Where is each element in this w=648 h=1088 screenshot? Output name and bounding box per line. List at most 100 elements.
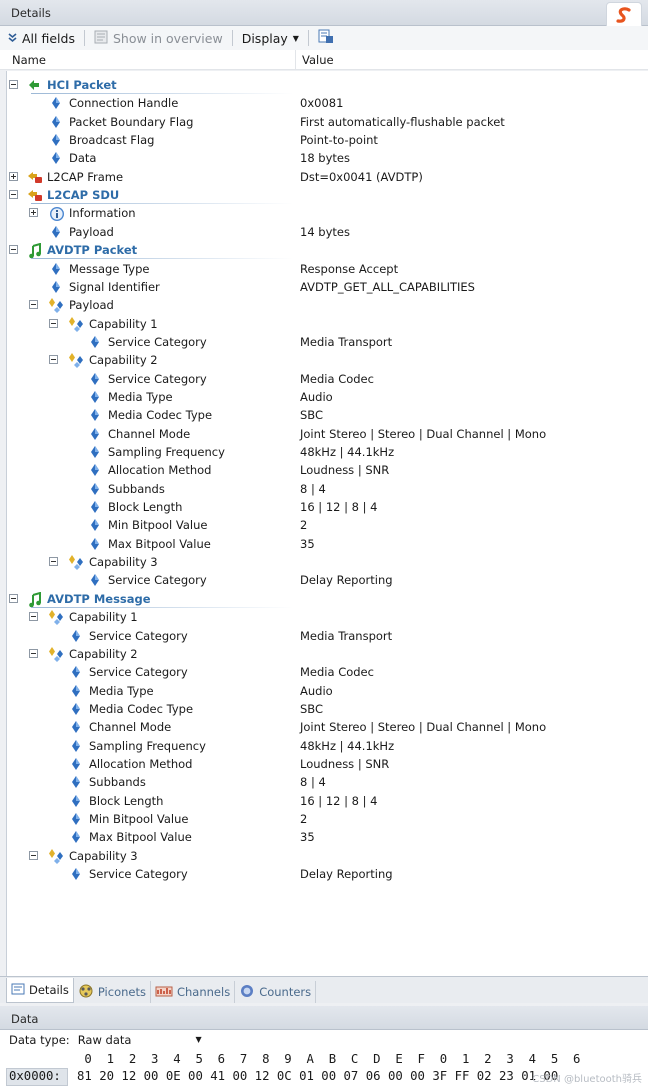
tab-counters[interactable]: Counters xyxy=(235,981,317,1003)
collapse-icon[interactable] xyxy=(29,648,38,658)
tree-row-signal-identifier[interactable]: Signal Identifier AVDTP_GET_ALL_CAPABILIT… xyxy=(7,278,648,296)
field-diamond-icon xyxy=(69,812,83,826)
tree-row-subbands[interactable]: Subbands 8 | 4 xyxy=(7,480,648,498)
tree-row-channel-mode[interactable]: Channel Mode Joint Stereo | Stereo | Dual… xyxy=(7,718,648,736)
tree-row-min-bitpool-value[interactable]: Min Bitpool Value 2 xyxy=(7,516,648,534)
tree-row-service-category[interactable]: Service Category Media Transport xyxy=(7,333,648,351)
collapse-icon[interactable] xyxy=(49,318,58,328)
tree-row-service-category[interactable]: Service Category Delay Reporting xyxy=(7,865,648,883)
group-icon xyxy=(69,316,83,332)
expand-icon[interactable] xyxy=(9,171,18,181)
collapse-icon[interactable] xyxy=(49,557,58,567)
field-diamond-icon xyxy=(69,739,83,753)
tree-row-label: Service Category xyxy=(89,867,188,882)
tree-row-label: Sampling Frequency xyxy=(108,445,225,459)
tree-row-capability-2[interactable]: Capability 2 xyxy=(7,351,648,369)
tab-label: Counters xyxy=(259,985,312,999)
tree-row-capability-3[interactable]: Capability 3 xyxy=(7,847,648,865)
display-dropdown[interactable]: Display ▼ xyxy=(242,31,299,46)
tree-row-label: Capability 1 xyxy=(89,316,158,331)
data-type-select[interactable]: Raw data ▼ xyxy=(76,1032,204,1049)
hex-offset-header: 0 1 2 3 4 5 6 7 8 9 A B C D E F 0 1 2 3 … xyxy=(77,1052,581,1066)
tree-row-label: Block Length xyxy=(89,793,164,808)
tree-row-service-category[interactable]: Service Category Media Codec xyxy=(7,663,648,681)
collapse-icon[interactable] xyxy=(29,612,38,622)
tree-row-message-type[interactable]: Message Type Response Accept xyxy=(7,260,648,278)
collapse-icon[interactable] xyxy=(29,850,38,860)
tree-row-sampling-frequency[interactable]: Sampling Frequency 48kHz | 44.1kHz xyxy=(7,737,648,755)
tree-row-payload[interactable]: Payload xyxy=(7,296,648,314)
name-column-header[interactable]: Name xyxy=(12,53,46,67)
tab-channels[interactable]: Channels xyxy=(151,981,236,1003)
tree-row-capability-1[interactable]: Capability 1 xyxy=(7,608,648,626)
tree-row-media-type[interactable]: Media Type Audio xyxy=(7,388,648,406)
column-divider[interactable] xyxy=(295,50,296,69)
tree-row-media-type[interactable]: Media Type Audio xyxy=(7,682,648,700)
tree-row-media-codec-type[interactable]: Media Codec Type SBC xyxy=(7,406,648,424)
section-hci-packet[interactable]: HCI Packet xyxy=(7,76,648,94)
details-tree: HCI Packet Connection Handle 0x0081 Packet … xyxy=(6,71,648,976)
tree-row-block-length[interactable]: Block Length 16 | 12 | 8 | 4 xyxy=(7,792,648,810)
tree-row-value: 0x0081 xyxy=(300,96,344,111)
tree-row-service-category[interactable]: Service Category Delay Reporting xyxy=(7,571,648,589)
tree-row-information[interactable]: Information xyxy=(7,204,648,222)
section-avdtp-packet[interactable]: AVDTP Packet xyxy=(7,241,648,260)
tree-row-label: Capability 1 xyxy=(69,610,138,625)
music-note-icon xyxy=(27,591,41,608)
tree-row-capability-1[interactable]: Capability 1 xyxy=(7,315,648,333)
section-avdtp-message[interactable]: AVDTP Message xyxy=(7,590,648,608)
tree-row-sampling-frequency[interactable]: Sampling Frequency 48kHz | 44.1kHz xyxy=(7,443,648,461)
tree-row-broadcast-flag[interactable]: Broadcast Flag Point-to-point xyxy=(7,131,648,149)
tree-row-label: Allocation Method xyxy=(108,463,212,478)
tree-row-media-codec-type[interactable]: Media Codec Type SBC xyxy=(7,700,648,718)
tree-row-max-bitpool-value[interactable]: Max Bitpool Value 35 xyxy=(7,828,648,846)
tree-row-block-length[interactable]: Block Length 16 | 12 | 8 | 4 xyxy=(7,498,648,516)
tree-row-l2cap-frame[interactable]: L2CAP Frame Dst=0x0041 (AVDTP) xyxy=(7,168,648,186)
tab-details[interactable]: Details xyxy=(6,978,74,1003)
collapse-icon[interactable] xyxy=(29,300,38,310)
data-pane-title: Data xyxy=(11,1012,39,1026)
all-fields-button[interactable]: All fields xyxy=(8,31,75,46)
tree-row-label: Min Bitpool Value xyxy=(108,518,208,533)
tree-row-value: Media Codec xyxy=(300,665,374,680)
tree-row-value: Delay Reporting xyxy=(300,867,393,882)
field-diamond-icon xyxy=(69,757,83,771)
collapse-icon[interactable] xyxy=(9,80,18,89)
tree-row-label: Block Length xyxy=(108,500,183,515)
tree-row-min-bitpool-value[interactable]: Min Bitpool Value 2 xyxy=(7,810,648,828)
toolbar-separator xyxy=(307,30,309,46)
tree-row-label: Media Type xyxy=(108,389,173,404)
expand-icon[interactable] xyxy=(29,208,38,218)
tree-row-subbands[interactable]: Subbands 8 | 4 xyxy=(7,773,648,791)
tree-row-packet-boundary-flag[interactable]: Packet Boundary Flag First automatically-… xyxy=(7,113,648,131)
tree-row-capability-2[interactable]: Capability 2 xyxy=(7,645,648,663)
hex-view[interactable]: 0 1 2 3 4 5 6 7 8 9 A B C D E F 0 1 2 3 … xyxy=(0,1050,648,1088)
tree-row-max-bitpool-value[interactable]: Max Bitpool Value 35 xyxy=(7,535,648,553)
tree-row-label: L2CAP SDU xyxy=(47,188,120,203)
tree-row-data[interactable]: Data 18 bytes xyxy=(7,149,648,167)
field-diamond-icon xyxy=(88,390,102,404)
value-column-header[interactable]: Value xyxy=(302,53,334,67)
tree-row-allocation-method[interactable]: Allocation Method Loudness | SNR xyxy=(7,461,648,479)
tree-row-value: Joint Stereo | Stereo | Dual Channel | M… xyxy=(300,426,547,441)
tree-row-value: 8 | 4 xyxy=(300,481,326,496)
tree-row-service-category[interactable]: Service Category Media Codec xyxy=(7,370,648,388)
tree-row-allocation-method[interactable]: Allocation Method Loudness | SNR xyxy=(7,755,648,773)
collapse-icon[interactable] xyxy=(9,245,18,255)
tree-row-connection-handle[interactable]: Connection Handle 0x0081 xyxy=(7,94,648,112)
collapse-icon[interactable] xyxy=(9,593,18,603)
tree-row-payload[interactable]: Payload 14 bytes xyxy=(7,223,648,241)
field-diamond-icon xyxy=(88,518,102,532)
tree-row-value: 16 | 12 | 8 | 4 xyxy=(300,793,378,808)
tree-row-label: Packet Boundary Flag xyxy=(69,114,194,129)
tree-row-service-category[interactable]: Service Category Media Transport xyxy=(7,627,648,645)
field-diamond-icon xyxy=(69,775,83,789)
section-l2cap-sdu[interactable]: L2CAP SDU xyxy=(7,186,648,205)
show-in-overview-button[interactable]: Show in overview xyxy=(94,30,223,47)
tree-row-capability-3[interactable]: Capability 3 xyxy=(7,553,648,571)
tree-row-channel-mode[interactable]: Channel Mode Joint Stereo | Stereo | Dual… xyxy=(7,425,648,443)
export-button[interactable] xyxy=(318,29,334,47)
collapse-icon[interactable] xyxy=(9,190,18,200)
tab-piconets[interactable]: Piconets xyxy=(74,981,151,1003)
collapse-icon[interactable] xyxy=(49,355,58,365)
